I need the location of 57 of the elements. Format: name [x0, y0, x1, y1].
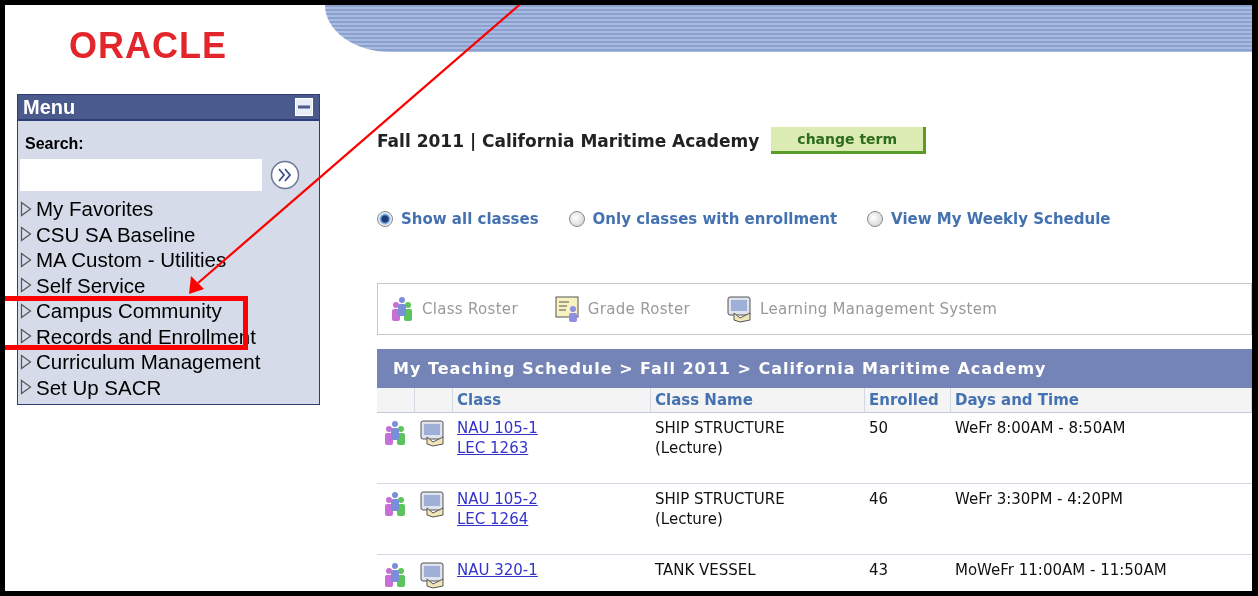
days-and-time: MoWeFr 11:00AM - 11:50AM [955, 561, 1167, 579]
expand-triangle-icon [20, 200, 32, 217]
expand-triangle-icon [20, 226, 32, 243]
monitor-book-icon[interactable] [419, 419, 447, 447]
menu-title: Menu [23, 95, 76, 119]
monitor-book-icon[interactable] [419, 490, 447, 518]
collapse-icon[interactable] [295, 98, 313, 116]
menu-item[interactable]: Self Service [20, 272, 146, 298]
column-header[interactable]: Class Name [651, 388, 865, 413]
view-option[interactable]: Show all classes [377, 210, 539, 228]
menu-item[interactable]: Set Up SACR [20, 374, 162, 400]
expand-triangle-icon [20, 379, 32, 396]
view-option[interactable]: Only classes with enrollment [568, 210, 838, 228]
enrolled-count: 50 [869, 419, 889, 437]
class-link[interactable]: NAU 105-2 [457, 490, 538, 508]
expand-triangle-icon [20, 277, 32, 294]
enrolled-count: 46 [869, 490, 889, 508]
search-field[interactable] [20, 159, 262, 191]
view-option[interactable]: View My Weekly Schedule [867, 210, 1111, 228]
class-link[interactable]: NAU 105-1 [457, 419, 538, 437]
column-header[interactable]: Class [453, 388, 651, 413]
menu-item[interactable]: CSU SA Baseline [20, 221, 196, 247]
radio-button[interactable] [377, 211, 393, 227]
radio-button[interactable] [867, 211, 884, 227]
term-title: Fall 2011 | California Maritime Academy [377, 130, 760, 151]
class-component: (Lecture) [655, 439, 723, 457]
monitor-book-icon[interactable] [419, 561, 447, 589]
column-header[interactable]: Days and Time [951, 388, 1252, 413]
column-header[interactable]: Enrolled [865, 388, 951, 413]
days-and-time: WeFr 8:00AM - 8:50AM [955, 419, 1126, 437]
change-term-button[interactable]: change term [771, 127, 927, 154]
class-name: SHIP STRUCTURE [655, 490, 785, 508]
document-person-icon [553, 295, 582, 323]
header-cell [415, 388, 453, 413]
menu-item[interactable]: MA Custom - Utilities [20, 247, 227, 273]
section-link[interactable]: LEC 1264 [457, 510, 529, 528]
expand-triangle-icon [20, 251, 32, 268]
days-and-time: WeFr 3:30PM - 4:20PM [955, 490, 1123, 508]
expand-triangle-icon [20, 328, 32, 345]
menu-item[interactable]: Curriculum Management [20, 349, 261, 375]
class-component: (Lecture) [655, 510, 723, 528]
search-label: Search: [25, 135, 85, 153]
table-title: My Teaching Schedule > Fall 2011 > California Maritime Academy [377, 349, 1252, 388]
menu-item[interactable]: Campus Community [20, 298, 222, 324]
expand-triangle-icon [20, 353, 32, 370]
expand-triangle-icon [20, 302, 32, 319]
enrolled-count: 43 [869, 561, 889, 579]
search-go-icon[interactable] [270, 160, 300, 190]
class-name: TANK VESSEL [655, 561, 756, 579]
class-name: SHIP STRUCTURE [655, 419, 785, 437]
class-link[interactable]: NAU 320-1 [457, 561, 538, 579]
menu-item[interactable]: My Favorites [20, 196, 154, 222]
radio-button[interactable] [568, 211, 585, 227]
monitor-book-icon [726, 295, 754, 323]
oracle-logo: ORACLE [68, 24, 228, 68]
section-link[interactable]: LEC 1263 [457, 439, 529, 457]
header-cell [377, 388, 415, 413]
